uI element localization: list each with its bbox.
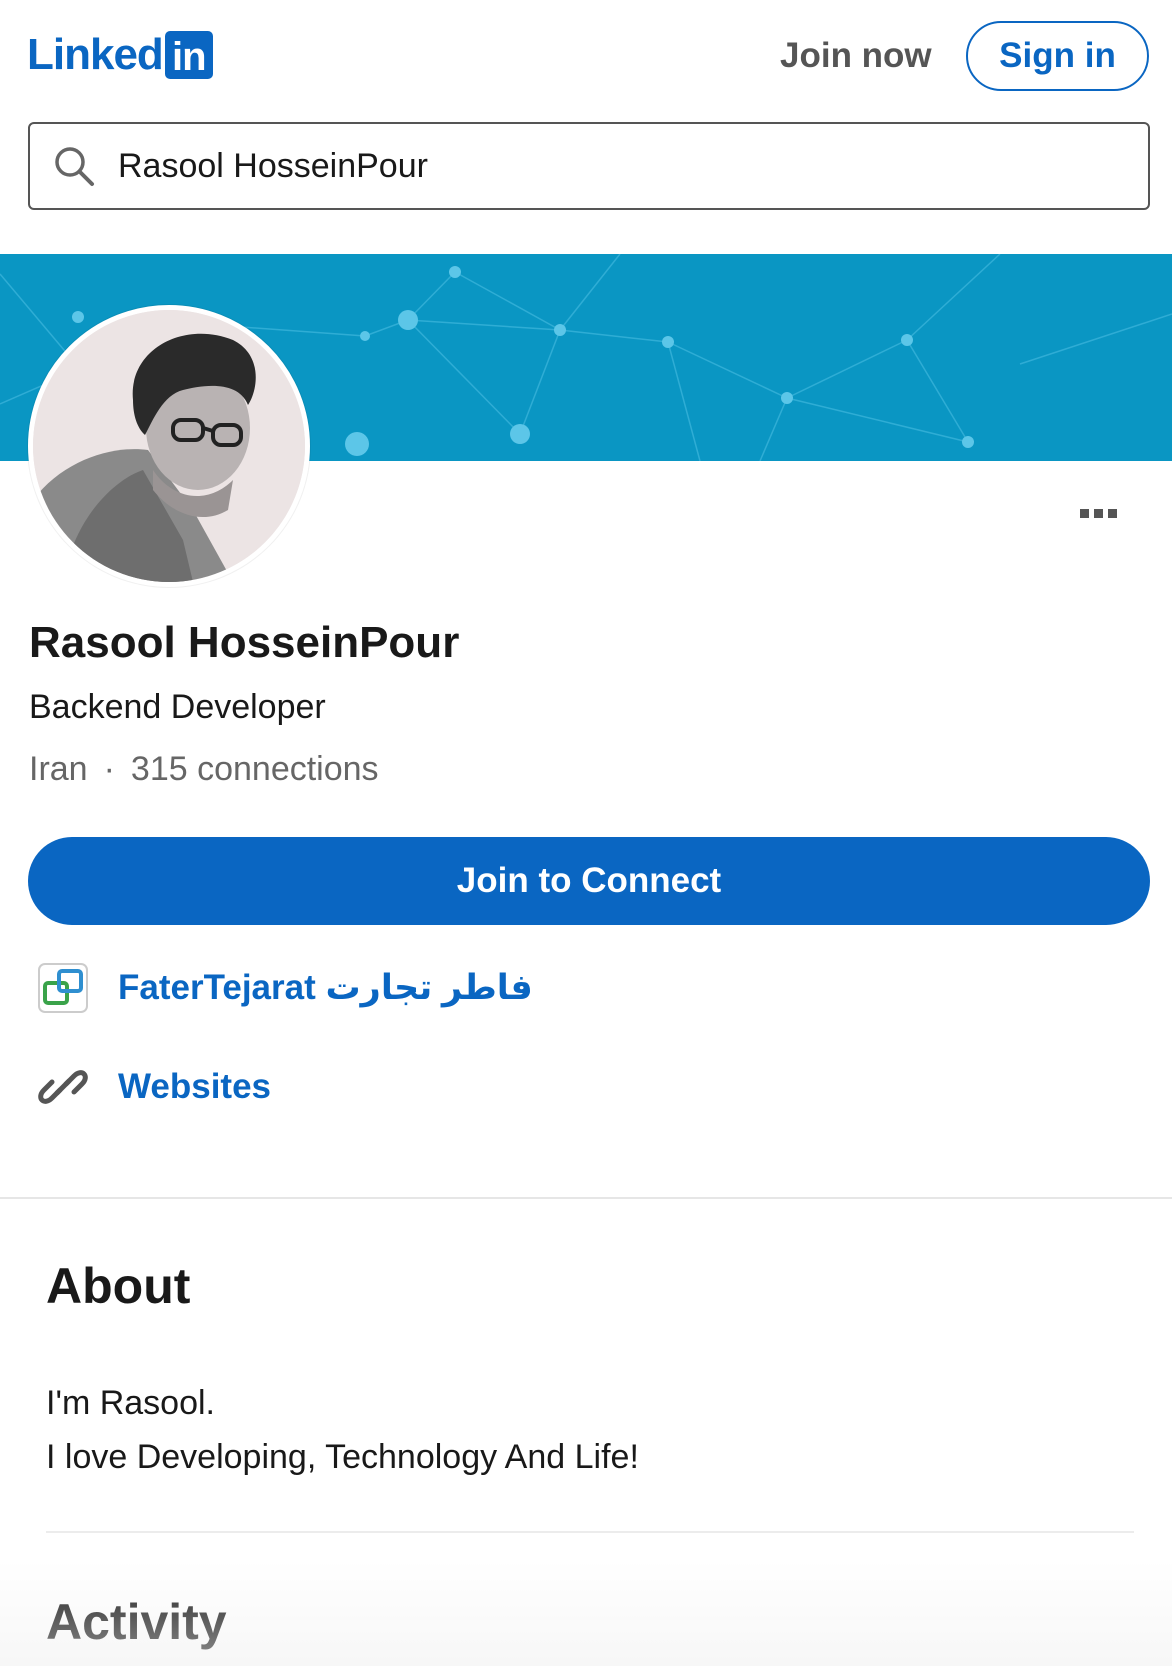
about-divider — [46, 1531, 1134, 1533]
company-logo-icon — [38, 963, 88, 1013]
search-bar[interactable] — [28, 122, 1150, 210]
logo-wordmark: Linked — [27, 30, 164, 79]
linkedin-logo[interactable]: Linked in — [27, 30, 213, 80]
company-name: FaterTejarat فاطر تجارت — [118, 968, 533, 1007]
join-to-connect-button[interactable]: Join to Connect — [28, 837, 1150, 925]
profile-page: Linked in Join now Sign in Rasool Hossei… — [0, 0, 1172, 1666]
profile-meta: Iran · 315 connections — [29, 750, 379, 789]
meta-separator: · — [103, 750, 115, 788]
profile-name: Rasool HosseinPour — [29, 618, 460, 667]
websites-label: Websites — [118, 1067, 272, 1106]
link-chain-icon — [38, 1070, 88, 1104]
dot — [1094, 509, 1103, 518]
about-line: I'm Rasool. — [46, 1384, 215, 1422]
about-text: I'm Rasool. I love Developing, Technolog… — [46, 1376, 639, 1484]
about-line: I love Developing, Technology And Life! — [46, 1438, 639, 1476]
websites-link[interactable]: Websites — [36, 1057, 271, 1117]
search-input[interactable] — [118, 132, 1128, 200]
sign-in-button[interactable]: Sign in — [966, 21, 1149, 91]
person-photo-graphic — [33, 310, 305, 582]
logo-in-box: in — [164, 31, 213, 79]
section-divider — [0, 1197, 1172, 1199]
profile-location: Iran — [29, 750, 88, 788]
about-heading: About — [46, 1258, 191, 1314]
company-link[interactable]: FaterTejarat فاطر تجارت — [36, 958, 533, 1018]
activity-heading: Activity — [46, 1594, 227, 1650]
dot — [1108, 509, 1117, 518]
search-icon — [55, 147, 94, 186]
profile-photo[interactable] — [28, 305, 310, 587]
dot — [1080, 509, 1089, 518]
top-header: Linked in Join now Sign in — [0, 0, 1172, 112]
join-now-link[interactable]: Join now — [780, 30, 932, 82]
profile-connections: 315 connections — [130, 750, 379, 788]
profile-headline: Backend Developer — [29, 688, 326, 726]
more-options-icon[interactable] — [1080, 505, 1130, 525]
